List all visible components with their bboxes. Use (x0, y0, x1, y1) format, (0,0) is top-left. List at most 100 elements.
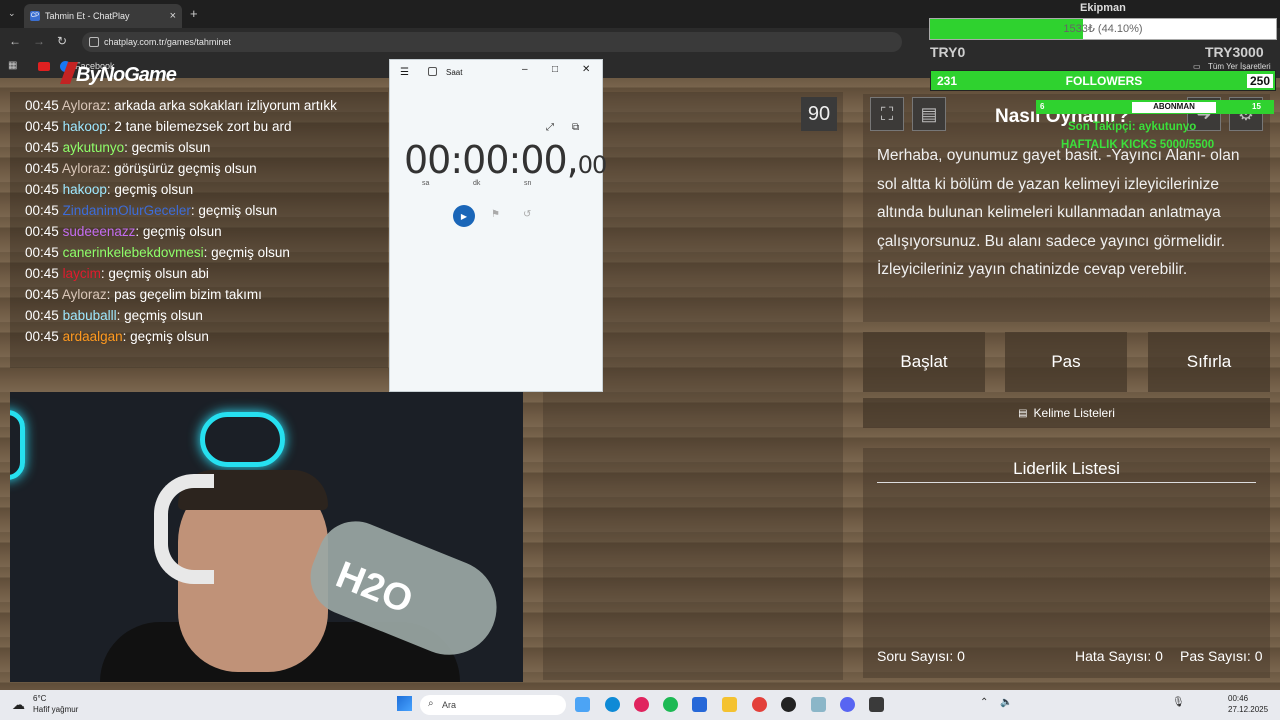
start-button[interactable]: Başlat (863, 332, 985, 392)
leaderboard-divider (877, 482, 1256, 483)
obs-icon[interactable] (781, 697, 796, 712)
chat-user: Ayloraz (61, 287, 107, 302)
new-tab-icon[interactable]: + (190, 6, 198, 21)
chat-message: 00:45 babuballl: geçmiş olsun (25, 308, 203, 323)
equipment-progress-text: 1533₺ (44.10%) (1063, 23, 1143, 35)
abonman-goal: 15 (1252, 102, 1261, 111)
tab-title: Tahmin Et - ChatPlay (45, 11, 130, 21)
round-timer: 90 (801, 97, 837, 131)
chat-user: aykutunyo (62, 140, 125, 155)
hamburger-menu-icon[interactable]: ☰ (400, 67, 409, 78)
webcam-feed: H2O (10, 392, 523, 682)
search-icon: ⌕ (428, 698, 434, 709)
minimize-icon[interactable]: – (522, 64, 528, 75)
url-text: chatplay.com.tr/games/tahminet (104, 37, 231, 47)
chat-user: Ayloraz (61, 98, 107, 113)
clock-app-window[interactable]: ☰ Saat – □ ✕ ⤢ ⧉ 00:00:00,00 sa dk sn ▶ … (389, 59, 607, 392)
youtube-icon[interactable] (38, 62, 50, 71)
question-count: Soru Sayısı: 0 (877, 648, 965, 664)
notes-icon[interactable]: ▤ (912, 97, 946, 131)
abonman-bar: 6 ABONMAN 15 (1036, 100, 1274, 114)
settings-app-icon[interactable] (811, 697, 826, 712)
url-field[interactable]: chatplay.com.tr/games/tahminet (82, 32, 902, 52)
chat-user: sudeeenazz (62, 224, 136, 239)
spotify-icon[interactable] (663, 697, 678, 712)
neon-light (10, 410, 25, 480)
play-icon[interactable]: ▶ (453, 205, 475, 227)
chat-user: ZindanimOlurGeceler (62, 203, 191, 218)
tab-close-icon[interactable]: × (170, 10, 176, 22)
reset-icon[interactable]: ↺ (523, 209, 531, 220)
windows-start-icon[interactable] (397, 696, 412, 711)
chat-user: laycim (62, 266, 101, 281)
copilot-icon[interactable] (575, 697, 590, 712)
microphone-icon[interactable]: 🎙 (1172, 697, 1185, 708)
chat-message: 00:45 hakoop: 2 tane bilemezsek zort bu … (25, 119, 292, 134)
edge-icon[interactable] (605, 697, 620, 712)
equipment-label: Ekipman (1080, 2, 1126, 14)
discord-icon[interactable] (840, 697, 855, 712)
tray-overflow-icon[interactable]: ⌃ (980, 697, 988, 708)
window-title: Saat (446, 68, 463, 77)
followers-goal: 250 (1247, 74, 1274, 88)
chat-user: hakoop (62, 182, 107, 197)
media-player-icon[interactable] (634, 697, 649, 712)
stopwatch-display: 00:00:00,00 (404, 138, 607, 182)
abonman-label: ABONMAN (1132, 102, 1216, 113)
reload-icon[interactable]: ↻ (57, 34, 67, 48)
clock-taskbar-icon[interactable] (869, 697, 884, 712)
maximize-icon[interactable]: □ (552, 64, 558, 75)
fullscreen-icon[interactable]: ⛶ (870, 97, 904, 131)
lap-flag-icon[interactable]: ⚑ (491, 209, 500, 220)
seconds-label: sn (524, 180, 532, 187)
chat-user: babuballl (62, 308, 117, 323)
last-follower: Son Takipçi: aykutunyo (1068, 121, 1197, 133)
chat-message: 00:45 laycim: geçmiş olsun abi (25, 266, 209, 281)
store-icon[interactable] (692, 697, 707, 712)
browser-tab[interactable]: CP Tahmin Et - ChatPlay × (24, 4, 182, 28)
neon-light (200, 412, 285, 467)
tab-list-icon[interactable]: ⌄ (8, 8, 16, 19)
leaderboard-title: Liderlik Listesi (1013, 459, 1120, 478)
pass-button[interactable]: Pas (1005, 332, 1127, 392)
equipment-progress-bar: 1533₺ (44.10%) (929, 18, 1277, 40)
forward-icon[interactable]: → (33, 34, 45, 48)
clock-app-icon (428, 67, 437, 76)
taskbar-time: 00:46 (1228, 694, 1249, 703)
chat-message: 00:45 hakoop: geçmiş olsun (25, 182, 194, 197)
reset-button[interactable]: Sıfırla (1148, 332, 1270, 392)
speaker-icon[interactable]: 🔈 (1000, 697, 1012, 708)
try-min-label: TRY0 (930, 44, 966, 60)
taskbar-search-field[interactable]: ⌕ Ara (420, 695, 566, 715)
chat-user: hakoop (62, 119, 107, 134)
minutes-label: dk (473, 180, 481, 187)
error-count: Hata Sayısı: 0 (1075, 648, 1163, 664)
howto-text: Merhaba, oyunumuz gayet basit. -Yayıncı … (877, 147, 1240, 278)
chat-message: 00:45 Ayloraz: pas geçelim bizim takımı (25, 287, 262, 302)
document-icon: ▤ (1018, 407, 1028, 419)
chat-user: ardaalgan (62, 329, 123, 344)
weather-text: Hafif yağmur (33, 705, 79, 714)
compact-overlay-icon[interactable]: ⧉ (572, 122, 579, 133)
site-info-icon[interactable] (89, 37, 99, 47)
chat-message: 00:45 sudeeenazz: geçmiş olsun (25, 224, 222, 239)
chat-user: Ayloraz (61, 161, 107, 176)
chat-message: 00:45 Ayloraz: arkada arka sokakları izl… (25, 98, 337, 113)
chat-message: 00:45 ardaalgan: geçmiş olsun (25, 329, 209, 344)
search-placeholder: Ara (442, 700, 457, 710)
chat-user: canerinkelebekdovmesi (62, 245, 204, 260)
tab-favicon-icon: CP (30, 11, 40, 21)
temperature: 6°C (33, 694, 47, 703)
weather-icon[interactable]: ☁ (12, 697, 25, 713)
chrome-icon[interactable] (752, 697, 767, 712)
close-icon[interactable]: ✕ (582, 64, 590, 75)
word-lists-button[interactable]: ▤ Kelime Listeleri (863, 398, 1270, 428)
try-max-label: TRY3000 (1205, 44, 1264, 60)
apps-grid-icon[interactable]: ▦ (8, 60, 17, 71)
chat-message: 00:45 canerinkelebekdovmesi: geçmiş olsu… (25, 245, 290, 260)
expand-icon[interactable]: ⤢ (546, 122, 554, 133)
back-icon[interactable]: ← (9, 34, 21, 48)
chat-panel: 00:45 Ayloraz: arkada arka sokakları izl… (10, 92, 388, 368)
pass-count: Pas Sayısı: 0 (1180, 648, 1263, 664)
file-explorer-icon[interactable] (722, 697, 737, 712)
